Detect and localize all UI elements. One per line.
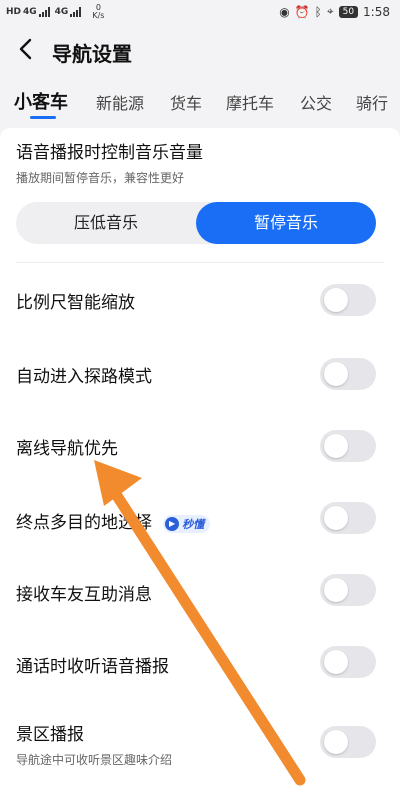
setting-row: 通话时收听语音播报 — [16, 652, 169, 677]
network-indicators: HD 4G 4G 0 K/s — [6, 4, 104, 20]
status-right: ◉ ⏰ ᛒ ⌖ 50 1:58 — [279, 4, 390, 19]
setting-label: 比例尺智能缩放 — [16, 293, 135, 313]
network-4g-indicator-2: 4G — [54, 7, 69, 17]
divider — [16, 262, 384, 263]
tab-truck[interactable]: 货车 — [170, 90, 202, 114]
header: 导航设置 — [0, 30, 400, 74]
toggle-knob — [324, 578, 348, 602]
vehicle-tabs: 小客车 新能源 货车 摩托车 公交 骑行 — [0, 90, 400, 124]
tab-new-energy[interactable]: 新能源 — [96, 90, 144, 114]
signal-icon — [38, 7, 50, 17]
location-icon: ⌖ — [326, 4, 334, 18]
pause-music-option[interactable]: 暂停音乐 — [196, 202, 376, 244]
setting-row: 景区播报 导航途中可收听景区趣味介绍 — [16, 720, 172, 768]
scenic-broadcast-toggle[interactable] — [320, 726, 376, 758]
network-speed: 0 K/s — [92, 4, 104, 20]
bluetooth-icon: ᛒ — [314, 4, 322, 19]
network-4g-indicator-1: 4G — [23, 7, 37, 17]
explore-mode-toggle[interactable] — [320, 358, 376, 390]
page-title: 导航设置 — [52, 42, 132, 66]
setting-title: 语音播报时控制音乐音量 — [16, 143, 203, 163]
setting-label: 接收车友互助消息 — [16, 585, 152, 605]
voice-music-control: 语音播报时控制音乐音量 播放期间暂停音乐，兼容性更好 — [16, 138, 203, 186]
signal-icon — [70, 7, 82, 17]
toggle-knob — [324, 650, 348, 674]
music-mode-segmented-control: 压低音乐 暂停音乐 — [16, 202, 376, 244]
toggle-knob — [324, 730, 348, 754]
settings-card: 语音播报时控制音乐音量 播放期间暂停音乐，兼容性更好 压低音乐 暂停音乐 比例尺… — [0, 128, 400, 794]
multi-destination-toggle[interactable] — [320, 502, 376, 534]
hd-indicator: HD — [6, 7, 22, 17]
toggle-knob — [324, 362, 348, 386]
badge-label: 秒懂 — [182, 517, 205, 531]
setting-row: 离线导航优先 — [16, 434, 118, 459]
setting-row: 自动进入探路模式 — [16, 362, 152, 387]
tab-bus[interactable]: 公交 — [300, 90, 332, 114]
tab-active-indicator — [30, 116, 56, 119]
call-voice-toggle[interactable] — [320, 646, 376, 678]
toggle-knob — [324, 288, 348, 312]
chevron-left-icon[interactable] — [16, 38, 38, 60]
setting-row: 比例尺智能缩放 — [16, 288, 135, 313]
offline-nav-toggle[interactable] — [320, 430, 376, 462]
setting-label: 自动进入探路模式 — [16, 367, 152, 387]
setting-subtitle: 导航途中可收听景区趣味介绍 — [16, 753, 173, 767]
setting-label: 离线导航优先 — [16, 439, 118, 459]
scale-zoom-toggle[interactable] — [320, 284, 376, 316]
tab-cycling[interactable]: 骑行 — [356, 90, 388, 114]
alarm-icon: ⏰ — [294, 4, 310, 19]
status-bar: HD 4G 4G 0 K/s ◉ ⏰ ᛒ ⌖ 50 1:58 — [0, 0, 400, 24]
play-icon: ▶ — [165, 516, 180, 531]
network-speed-unit: K/s — [92, 11, 105, 20]
setting-subtitle: 播放期间暂停音乐，兼容性更好 — [16, 171, 185, 185]
battery-indicator: 50 — [338, 5, 359, 18]
clock: 1:58 — [363, 4, 390, 19]
tab-motorcycle[interactable]: 摩托车 — [226, 90, 274, 114]
setting-label: 终点多目的地选择 — [16, 513, 152, 533]
setting-row: 终点多目的地选择 ▶ 秒懂 — [16, 508, 211, 533]
setting-row: 接收车友互助消息 — [16, 580, 152, 605]
driver-help-toggle[interactable] — [320, 574, 376, 606]
tab-car[interactable]: 小客车 — [14, 90, 68, 114]
eye-icon: ◉ — [279, 4, 290, 19]
toggle-knob — [324, 506, 348, 530]
toggle-knob — [324, 434, 348, 458]
quick-tip-badge[interactable]: ▶ 秒懂 — [163, 514, 211, 533]
setting-label: 景区播报 — [16, 725, 84, 745]
setting-label: 通话时收听语音播报 — [16, 657, 169, 677]
lower-music-option[interactable]: 压低音乐 — [16, 202, 196, 244]
